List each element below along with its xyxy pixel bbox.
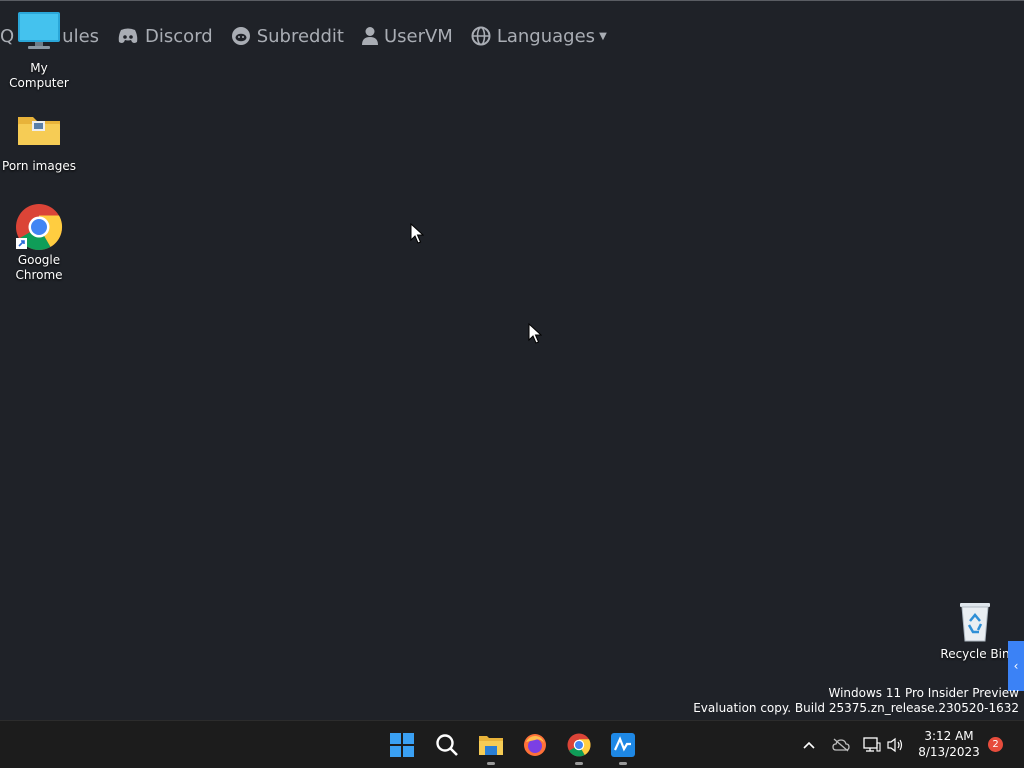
cloud-offline-icon — [832, 738, 850, 752]
chrome-icon — [567, 733, 591, 757]
taskbar-google-chrome[interactable] — [561, 727, 597, 765]
discord-icon — [118, 28, 138, 43]
desktop-icon-label: Google Chrome — [15, 253, 63, 282]
wallpaper-nav: Q ules Discord Subreddit UserVM Language… — [0, 23, 625, 49]
taskbar-file-explorer[interactable] — [473, 727, 509, 765]
desktop-icon-label: My Computer — [9, 61, 69, 90]
taskbar: 3:12 AM 8/13/2023 2 — [0, 720, 1024, 768]
taskbar-activity-app[interactable] — [605, 727, 641, 765]
running-indicator — [487, 762, 495, 765]
tray-network-button[interactable] — [862, 735, 882, 755]
volume-icon — [887, 737, 903, 753]
running-indicator — [619, 762, 627, 765]
running-indicator — [575, 762, 583, 765]
wallpaper-nav-discord-label: Discord — [145, 25, 213, 47]
wallpaper-nav-languages-label: Languages — [496, 25, 596, 47]
mouse-cursor-icon — [528, 323, 542, 344]
taskbar-search-button[interactable] — [429, 727, 465, 763]
tray-clock[interactable]: 3:12 AM 8/13/2023 — [912, 728, 986, 760]
recycle-bin-icon — [951, 597, 999, 645]
side-panel-toggle[interactable]: ‹ — [1008, 641, 1024, 691]
desktop-icon-google-chrome[interactable]: Google Chrome — [0, 203, 78, 283]
chevron-down-icon: ▼ — [599, 30, 607, 42]
file-explorer-icon — [479, 736, 503, 755]
chrome-icon — [15, 203, 63, 251]
notification-badge[interactable]: 2 — [988, 737, 1003, 752]
watermark-line-1: Windows 11 Pro Insider Preview — [828, 686, 1019, 700]
taskbar-start-button[interactable] — [384, 727, 420, 763]
desktop[interactable]: Q ules Discord Subreddit UserVM Language… — [0, 0, 1024, 720]
desktop-icon-my-computer[interactable]: My Computer — [0, 11, 78, 91]
notification-count: 2 — [992, 739, 999, 750]
folder-icon — [15, 109, 63, 157]
chevron-up-icon — [803, 741, 815, 749]
desktop-icon-recycle-bin[interactable]: Recycle Bin — [936, 597, 1014, 662]
windows-watermark: Windows 11 Pro Insider Preview Evaluatio… — [693, 686, 1019, 716]
wallpaper-nav-languages: Languages ▼ — [471, 26, 607, 47]
wallpaper-nav-subreddit: Subreddit — [231, 26, 344, 47]
user-icon — [361, 27, 378, 45]
wallpaper-nav-uservm: UserVM — [361, 25, 453, 47]
watermark-line-2: Evaluation copy. Build 25375.zn_release.… — [693, 701, 1019, 715]
monitor-icon — [15, 11, 63, 59]
desktop-icon-folder[interactable]: Porn images — [0, 109, 78, 174]
wallpaper-nav-uservm-label: UserVM — [383, 25, 453, 47]
firefox-icon — [524, 734, 546, 756]
clock-date: 8/13/2023 — [918, 745, 980, 759]
wallpaper-nav-subreddit-label: Subreddit — [256, 25, 344, 47]
tray-onedrive-button[interactable] — [830, 735, 852, 755]
desktop-icon-label: Recycle Bin — [940, 647, 1010, 661]
search-icon — [436, 734, 458, 756]
tray-volume-button[interactable] — [886, 735, 906, 755]
tray-overflow-button[interactable] — [800, 735, 818, 755]
mouse-cursor-icon — [410, 223, 424, 244]
activity-icon — [611, 733, 635, 757]
taskbar-firefox[interactable] — [517, 727, 553, 763]
chevron-left-icon: ‹ — [1013, 659, 1019, 673]
network-icon — [863, 737, 881, 752]
desktop-icon-label: Porn images — [2, 159, 76, 173]
wallpaper-nav-discord: Discord — [117, 26, 213, 47]
windows-start-icon — [390, 733, 414, 757]
globe-icon — [471, 26, 491, 46]
clock-time: 3:12 AM — [924, 729, 974, 743]
reddit-icon — [231, 27, 250, 45]
